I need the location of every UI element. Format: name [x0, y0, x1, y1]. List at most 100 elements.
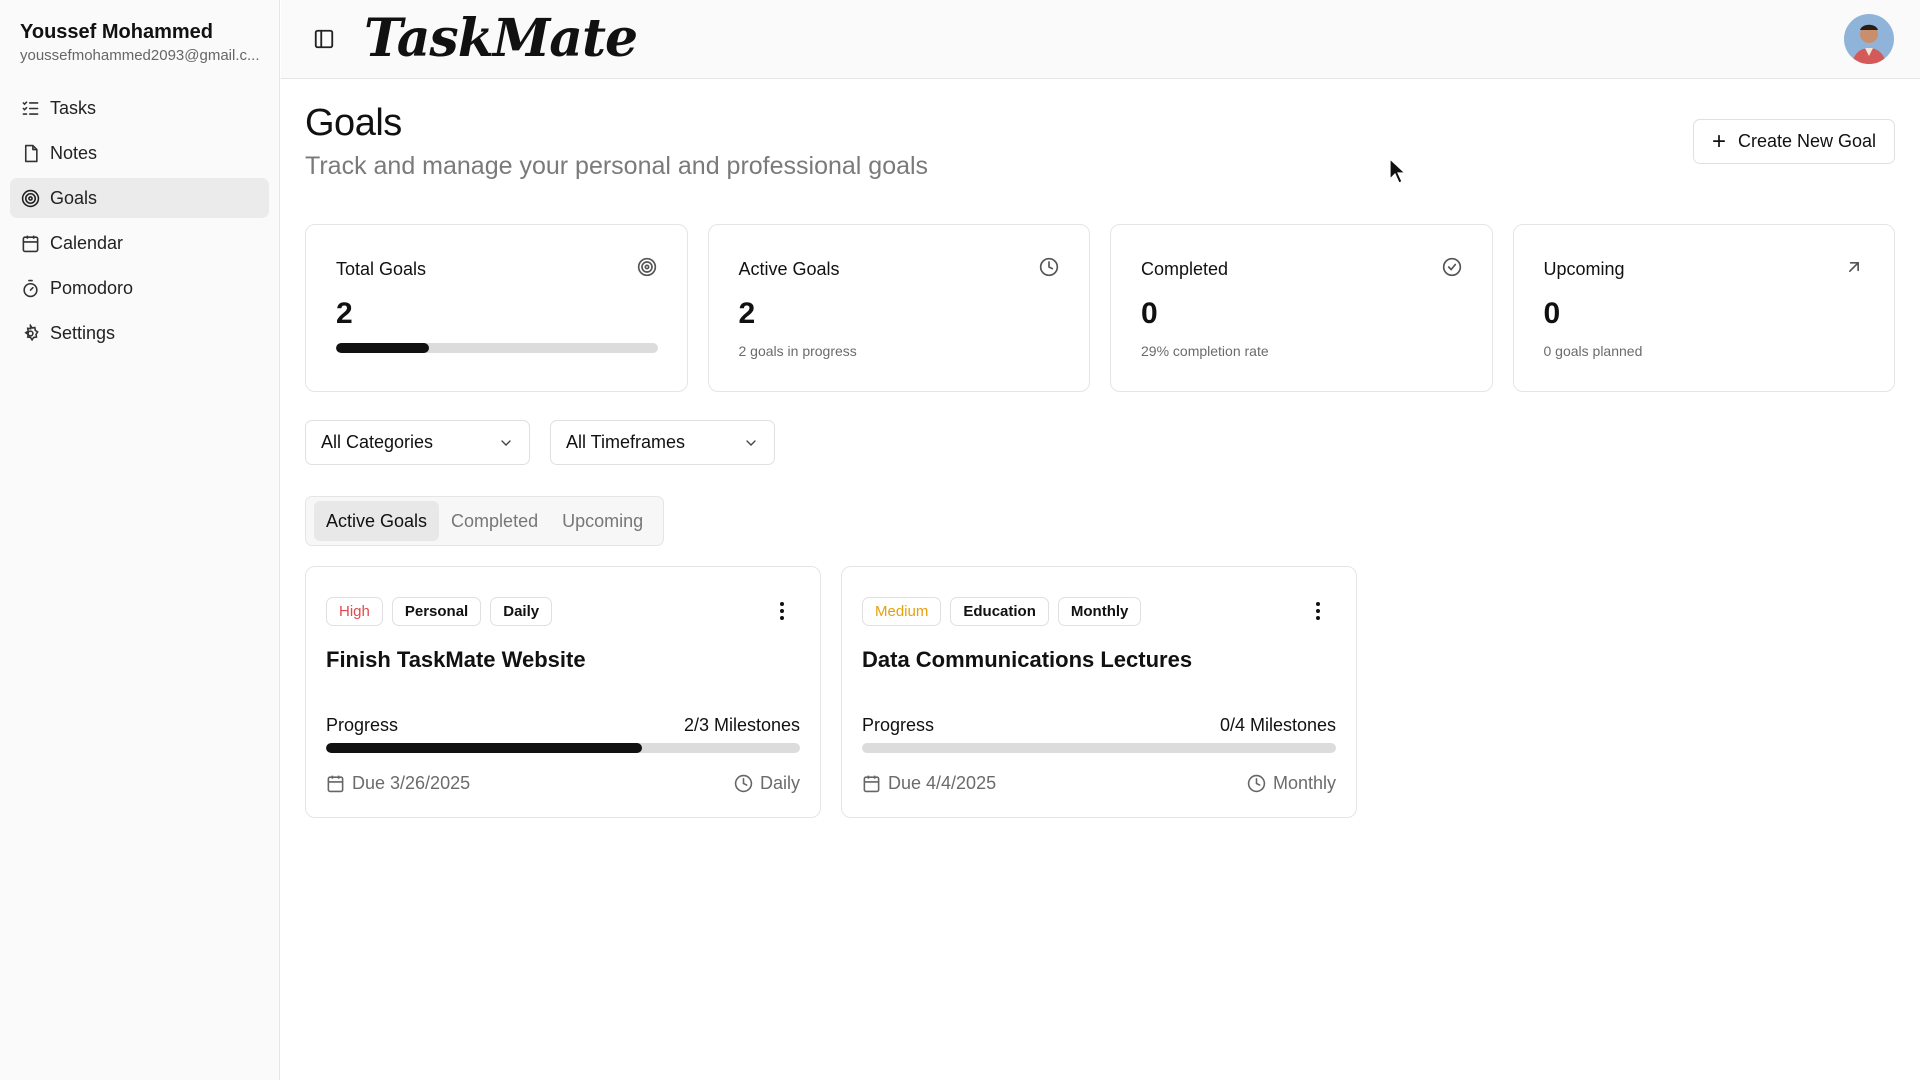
category-badge: Personal — [391, 597, 482, 626]
timeframe-select[interactable]: All Timeframes — [550, 420, 775, 465]
goal-title: Finish TaskMate Website — [326, 647, 586, 672]
stat-value: 2 — [336, 297, 353, 330]
timer-icon — [20, 278, 40, 298]
sidebar-item-notes[interactable]: Notes — [10, 133, 269, 173]
app-logo[interactable]: TaskMate — [364, 8, 638, 69]
goal-progress-bar — [862, 743, 1336, 753]
create-goal-label: Create New Goal — [1737, 131, 1877, 151]
goal-tabs: Active Goals Completed Upcoming — [305, 496, 665, 546]
timeframe-select-value: All Timeframes — [566, 432, 686, 452]
stats-row: Total Goals 2 Active Goals 2 2 goals in … — [305, 224, 1895, 392]
milestones-count: 2/3 Milestones — [683, 715, 800, 735]
stat-value: 0 — [1543, 297, 1561, 330]
stat-subtext: 0 goals planned — [1543, 343, 1643, 359]
sidebar-item-label: Calendar — [50, 232, 124, 253]
due-date-text: Due 3/26/2025 — [352, 773, 471, 793]
chevron-down-icon — [746, 439, 756, 446]
frequency-text: Daily — [759, 773, 800, 793]
stat-card-upcoming: Upcoming 0 0 goals planned — [1512, 224, 1895, 392]
gear-icon — [20, 323, 40, 343]
sidebar-item-label: Settings — [50, 322, 116, 343]
stat-label: Active Goals — [738, 259, 840, 279]
sidebar-item-tasks[interactable]: Tasks — [10, 88, 269, 128]
goal-progress-bar — [326, 743, 800, 753]
goal-cards: High Personal Daily Finish TaskMate Webs… — [305, 566, 1357, 818]
stat-card-active: Active Goals 2 2 goals in progress — [707, 224, 1090, 392]
frequency: Monthly — [1247, 773, 1336, 794]
page-title: Goals — [305, 102, 402, 144]
tab-upcoming[interactable]: Upcoming — [550, 501, 655, 541]
user-name: Youssef Mohammed — [20, 21, 213, 43]
progress-fill — [326, 743, 643, 753]
sidebar-item-label: Goals — [50, 187, 98, 208]
stat-card-completed: Completed 0 29% completion rate — [1110, 224, 1493, 392]
filters: All Categories All Timeframes — [305, 420, 775, 465]
milestones-count: 0/4 Milestones — [1219, 715, 1336, 735]
clock-icon — [734, 774, 753, 793]
clock-icon — [1247, 774, 1266, 793]
sidebar-item-settings[interactable]: Settings — [10, 313, 269, 353]
create-goal-button[interactable]: + Create New Goal — [1693, 119, 1895, 164]
progress-row: Progress 2/3 Milestones — [326, 715, 800, 736]
stat-subtext: 2 goals in progress — [738, 343, 857, 359]
priority-badge: Medium — [862, 597, 942, 626]
category-select-value: All Categories — [321, 432, 434, 452]
sidebar-item-pomodoro[interactable]: Pomodoro — [10, 268, 269, 308]
more-options-icon[interactable] — [776, 597, 788, 625]
goal-card[interactable]: High Personal Daily Finish TaskMate Webs… — [305, 566, 821, 818]
timeframe-badge: Monthly — [1057, 597, 1142, 626]
sidebar-item-label: Tasks — [50, 97, 97, 118]
user-info[interactable]: Youssef Mohammed youssefmohammed2093@gma… — [0, 0, 279, 78]
timeframe-badge: Daily — [490, 597, 553, 626]
more-options-icon[interactable] — [1312, 597, 1324, 625]
sidebar-item-calendar[interactable]: Calendar — [10, 223, 269, 263]
avatar[interactable] — [1844, 14, 1894, 64]
top-header: TaskMate — [281, 0, 1920, 79]
stat-label: Total Goals — [336, 259, 427, 279]
goal-badges: Medium Education Monthly — [862, 597, 1142, 626]
stat-subtext: 29% completion rate — [1141, 343, 1269, 359]
stat-value: 2 — [738, 297, 756, 330]
progress-label: Progress — [862, 715, 935, 735]
due-date: Due 4/4/2025 — [862, 773, 996, 794]
target-icon — [637, 257, 657, 277]
frequency: Daily — [734, 773, 800, 794]
sidebar-item-label: Notes — [50, 142, 98, 163]
stat-label: Completed — [1141, 259, 1229, 279]
plus-icon: + — [1711, 127, 1726, 155]
due-date: Due 3/26/2025 — [326, 773, 470, 794]
goal-footer: Due 4/4/2025 Monthly — [862, 773, 1336, 794]
goal-card[interactable]: Medium Education Monthly Data Communicat… — [841, 566, 1357, 818]
total-goals-progress-bar — [336, 343, 658, 353]
list-checks-icon — [20, 98, 40, 118]
progress-fill — [336, 343, 430, 353]
progress-label: Progress — [326, 715, 399, 735]
frequency-text: Monthly — [1272, 773, 1336, 793]
progress-row: Progress 0/4 Milestones — [862, 715, 1336, 736]
calendar-icon — [327, 775, 344, 793]
arrow-up-right-icon — [1844, 257, 1864, 277]
stat-label: Upcoming — [1543, 259, 1625, 279]
priority-badge: High — [326, 597, 383, 626]
check-circle-icon — [1442, 257, 1462, 277]
calendar-icon — [20, 233, 40, 253]
tab-active-goals[interactable]: Active Goals — [314, 501, 440, 541]
due-date-text: Due 4/4/2025 — [888, 773, 997, 793]
category-select[interactable]: All Categories — [305, 420, 530, 465]
stat-value: 0 — [1141, 297, 1158, 330]
target-icon — [20, 188, 40, 208]
page-subtitle: Track and manage your personal and profe… — [305, 152, 929, 180]
mouse-cursor-icon — [1389, 158, 1407, 184]
category-badge: Education — [950, 597, 1049, 626]
goal-title: Data Communications Lectures — [862, 647, 1193, 672]
sidebar-item-goals[interactable]: Goals — [10, 178, 269, 218]
sidebar-toggle-icon[interactable] — [313, 28, 335, 50]
sidebar-nav: Tasks Notes Goals Calendar Pomodoro Sett… — [0, 78, 279, 368]
chevron-down-icon — [501, 439, 511, 446]
file-icon — [20, 143, 40, 163]
goal-badges: High Personal Daily — [326, 597, 553, 626]
tab-completed[interactable]: Completed — [439, 501, 550, 541]
sidebar: Youssef Mohammed youssefmohammed2093@gma… — [0, 0, 280, 1080]
clock-icon — [1039, 257, 1059, 277]
goal-footer: Due 3/26/2025 Daily — [326, 773, 800, 794]
